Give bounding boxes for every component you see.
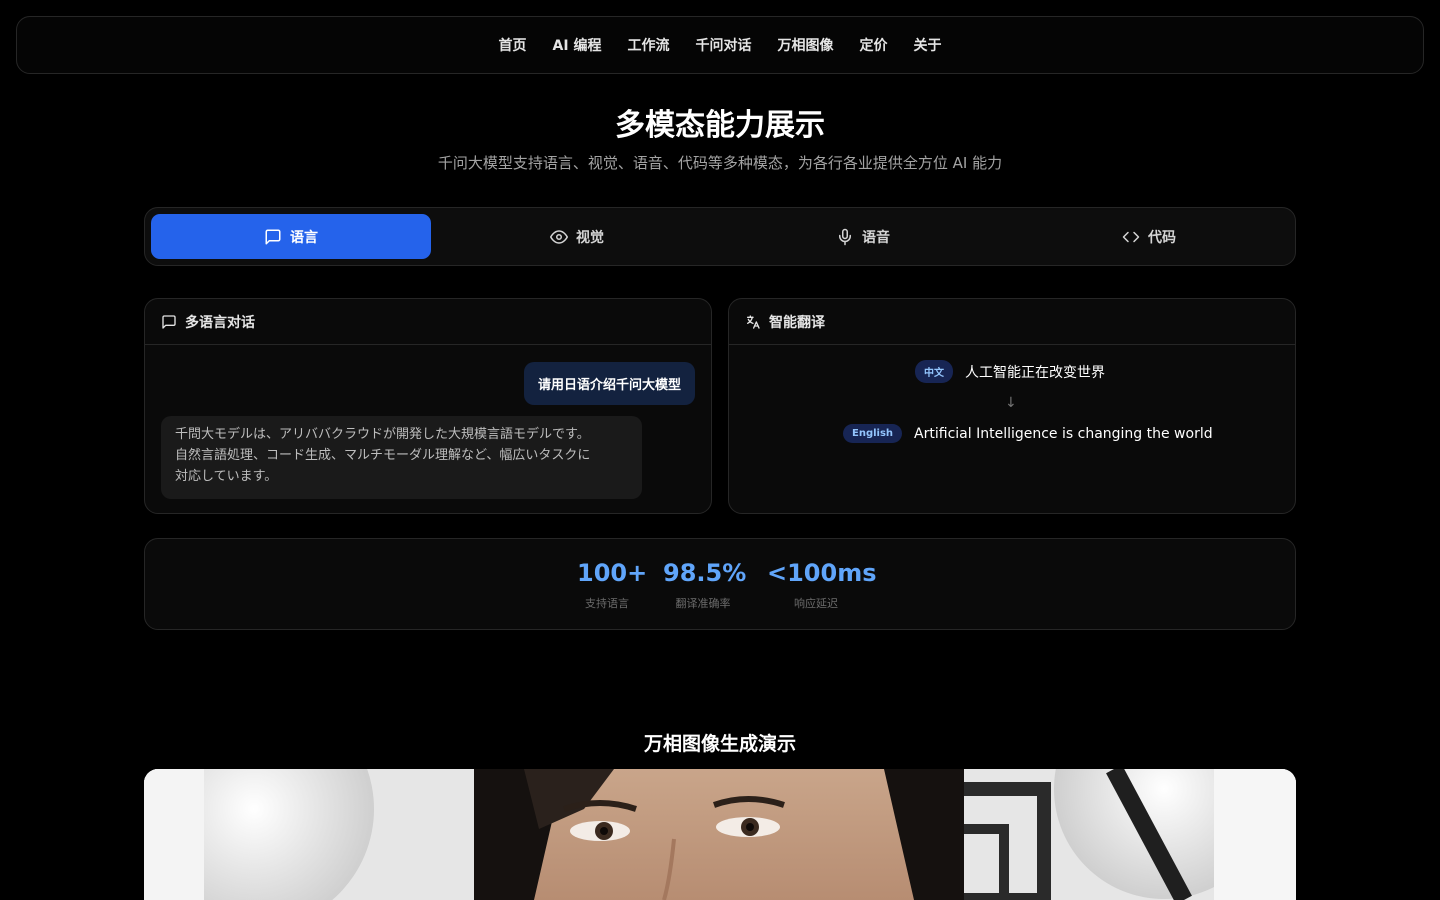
mic-icon [839,228,851,245]
bot-reply-line: 対応しています。 [175,469,278,484]
stat-value: <100ms [767,559,877,587]
image-section-title: 万相图像生成演示 [643,733,796,755]
card-header: 多语言对话 [145,299,711,345]
stat-accuracy: 98.5% 翻译准确率 [663,559,747,611]
target-text: Artificial Intelligence is changing the … [914,425,1213,442]
stat-label: 翻译准确率 [675,597,731,610]
nav-item-workflow[interactable]: 工作流 [627,35,669,55]
nav-item-ai-coding[interactable]: AI 编程 [553,35,602,55]
nav-item-home[interactable]: 首页 [499,35,527,55]
stats-panel: 100+ 支持语言 98.5% 翻译准确率 <100ms 响应延迟 [144,538,1296,630]
tab-label: 视觉 [576,229,604,246]
page-title: 多模态能力展示 [615,108,825,143]
source-lang-badge: 中文 [915,360,953,383]
bot-reply: 千問大モデルは、アリババクラウドが開発した大規模言語モデルです。 自然言語処理、… [161,416,642,499]
tab-code[interactable]: 代码 [1009,214,1289,259]
multilingual-chat-card: 多语言对话 请用日语介绍千问大模型 千問大モデルは、アリババクラウドが開発した大… [144,298,712,514]
stat-value: 100+ [577,559,648,587]
source-text: 人工智能正在改变世界 [965,364,1105,381]
bot-reply-line: 自然言語処理、コード生成、マルチモーダル理解など、幅広いタスクに [175,448,591,463]
tab-language[interactable]: 语言 [151,214,431,259]
smart-translation-card: 智能翻译 中文 人工智能正在改变世界 ↓ English Artificial … [728,298,1296,514]
nav-item-qwen-chat[interactable]: 千问对话 [695,35,751,55]
message-square-icon [265,229,281,244]
card-title: 多语言对话 [185,314,255,331]
nav-item-about[interactable]: 关于 [913,35,941,55]
nav-item-wanxiang-image[interactable]: 万相图像 [777,35,833,55]
tab-speech[interactable]: 语音 [723,214,1003,259]
stat-languages: 100+ 支持语言 [577,559,648,611]
source-row: 中文 人工智能正在改变世界 [915,360,1105,383]
page-subtitle: 千问大模型支持语言、视觉、语音、代码等多种模态，为各行各业提供全方位 AI 能力 [437,154,1003,172]
bot-reply-line: 千問大モデルは、アリババクラウドが開発した大規模言語モデルです。 [175,427,590,442]
message-square-icon [162,314,176,329]
stat-latency: <100ms 响应延迟 [767,559,877,611]
target-row: English Artificial Intelligence is chang… [843,424,1213,443]
tab-label: 代码 [1148,229,1176,246]
arrow-down-icon: ↓ [1005,395,1017,411]
user-message: 请用日语介绍千问大模型 [523,362,695,405]
code-icon [1122,231,1140,242]
tab-label: 语音 [862,229,890,246]
top-nav: 首页 AI 编程 工作流 千问对话 万相图像 定价 关于 [16,16,1424,74]
eye-icon [550,229,568,244]
modality-tabs: 语言 视觉 语音 代码 [144,207,1296,266]
generated-image [144,769,1296,900]
card-header: 智能翻译 [729,299,1295,345]
target-lang-badge: English [843,424,903,443]
stat-value: 98.5% [663,559,747,587]
stat-label: 响应延迟 [794,597,838,610]
translate-icon [747,314,760,329]
card-title: 智能翻译 [769,314,825,331]
stat-label: 支持语言 [585,597,629,610]
generated-portrait-image [144,769,1296,900]
tab-label: 语言 [290,229,318,246]
tab-vision[interactable]: 视觉 [437,214,717,259]
nav-item-pricing[interactable]: 定价 [859,35,887,55]
